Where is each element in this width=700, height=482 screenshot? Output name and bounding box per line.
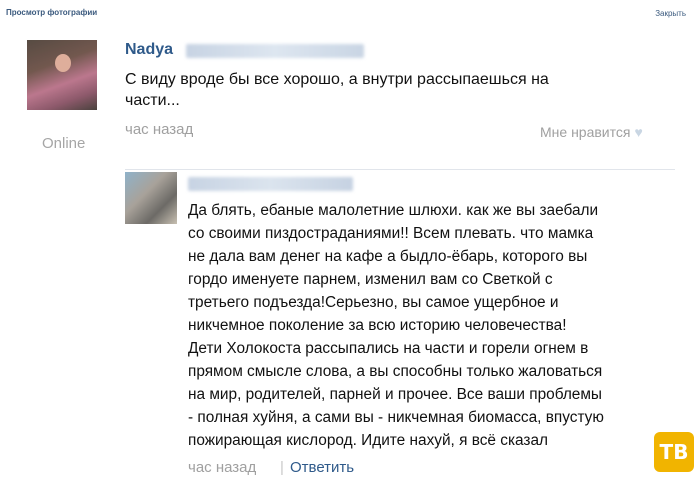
reply-text-line: пожирающая кислород. Идите нахуй, я всё … <box>188 432 549 449</box>
reply-text-line: Дети Холокоста рассыпались на части и го… <box>188 340 589 357</box>
close-link[interactable]: Закрыть <box>655 9 686 18</box>
author-avatar[interactable] <box>27 40 97 110</box>
post-text: С виду вроде бы все хорошо, а внутри рас… <box>125 69 605 111</box>
reply-text-line: прямом смысле слова, а вы способны тольк… <box>188 363 603 380</box>
author-name[interactable]: Nadya <box>125 41 173 59</box>
reply-text: Да блять, ебаные малолетние шлюхи. как ж… <box>188 199 688 452</box>
reply-text-line: гордо именуете парнем, изменил вам со Св… <box>188 271 553 288</box>
reply-text-line: третьего подъезда!Серьезно, вы самое уще… <box>188 294 559 311</box>
online-status: Online <box>42 135 86 152</box>
blurred-commenter-name <box>188 177 353 191</box>
viewer-title: Просмотр фотографии <box>6 8 98 17</box>
post-text-line: С виду вроде бы все хорошо, а внутри рас… <box>125 71 549 88</box>
divider <box>125 169 675 170</box>
like-label: Мне нравится <box>540 124 631 140</box>
reply-text-line: Да блять, ебаные малолетние шлюхи. как ж… <box>188 202 599 219</box>
reply-text-line: не дала вам денег на кафе а быдло-ёбарь,… <box>188 248 588 265</box>
reply-comment: Да блять, ебаные малолетние шлюхи. как ж… <box>0 172 700 482</box>
reply-text-line: со своими пиздострадaниями!! Всем плеват… <box>188 225 594 242</box>
reply-text-line: никчемное поколение за всю историю челов… <box>188 317 567 334</box>
post: Online Nadya С виду вроде бы все хорошо,… <box>0 28 700 170</box>
post-time[interactable]: час назад <box>125 121 193 138</box>
commenter-avatar[interactable] <box>125 172 177 224</box>
viewer-header: Просмотр фотографии Закрыть <box>0 0 700 28</box>
reply-text-line: на мир, родителей, парней и прочее. Все … <box>188 386 602 403</box>
reply-time[interactable]: час назад <box>188 459 256 476</box>
reply-text-line: - полная хуйня, а сами вы - никчемная би… <box>188 409 604 426</box>
watermark-logo: ТВ <box>654 432 694 472</box>
post-text-line: части... <box>125 92 180 109</box>
heart-icon: ♥ <box>634 124 643 140</box>
like-button[interactable]: Мне нравится ♥ <box>540 124 643 140</box>
blurred-surname <box>186 44 364 58</box>
reply-button[interactable]: Ответить <box>290 459 354 476</box>
separator: | <box>280 459 284 476</box>
